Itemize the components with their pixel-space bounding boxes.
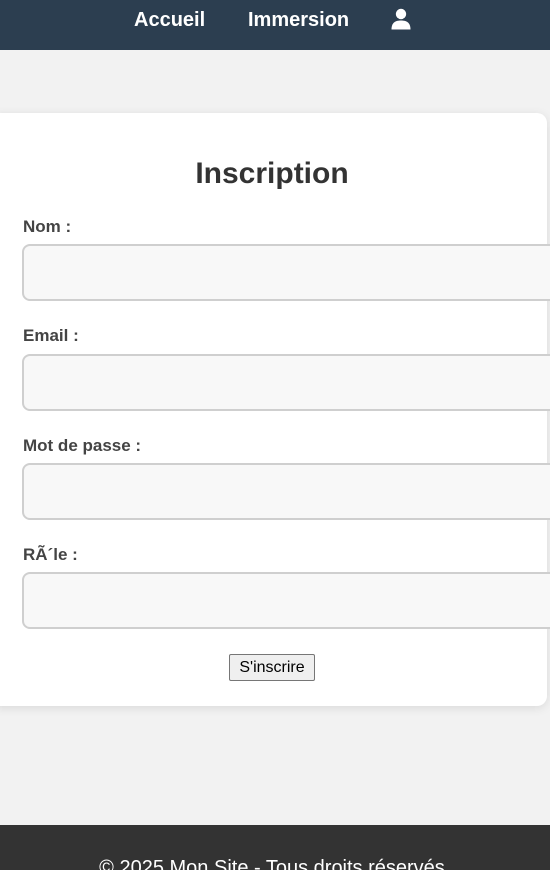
navbar: Accueil Immersion (0, 0, 550, 50)
role-label: RÃ´le : (23, 545, 78, 564)
footer: © 2025 Mon Site - Tous droits réservés (0, 825, 550, 870)
name-input[interactable] (22, 244, 550, 301)
name-label: Nom : (23, 217, 72, 236)
nav-link-accueil[interactable]: Accueil (134, 9, 205, 31)
email-label: Email : (23, 326, 79, 345)
form-title: Inscription (195, 157, 349, 190)
signup-button[interactable]: S'inscrire (229, 654, 315, 681)
role-input[interactable] (22, 572, 550, 629)
nav-link-immersion[interactable]: Immersion (248, 9, 349, 31)
user-icon[interactable] (390, 8, 412, 30)
password-input[interactable] (22, 463, 550, 520)
email-input[interactable] (22, 354, 550, 411)
password-label: Mot de passe : (23, 436, 142, 455)
footer-copyright: © 2025 Mon Site - Tous droits réservés (99, 857, 445, 870)
